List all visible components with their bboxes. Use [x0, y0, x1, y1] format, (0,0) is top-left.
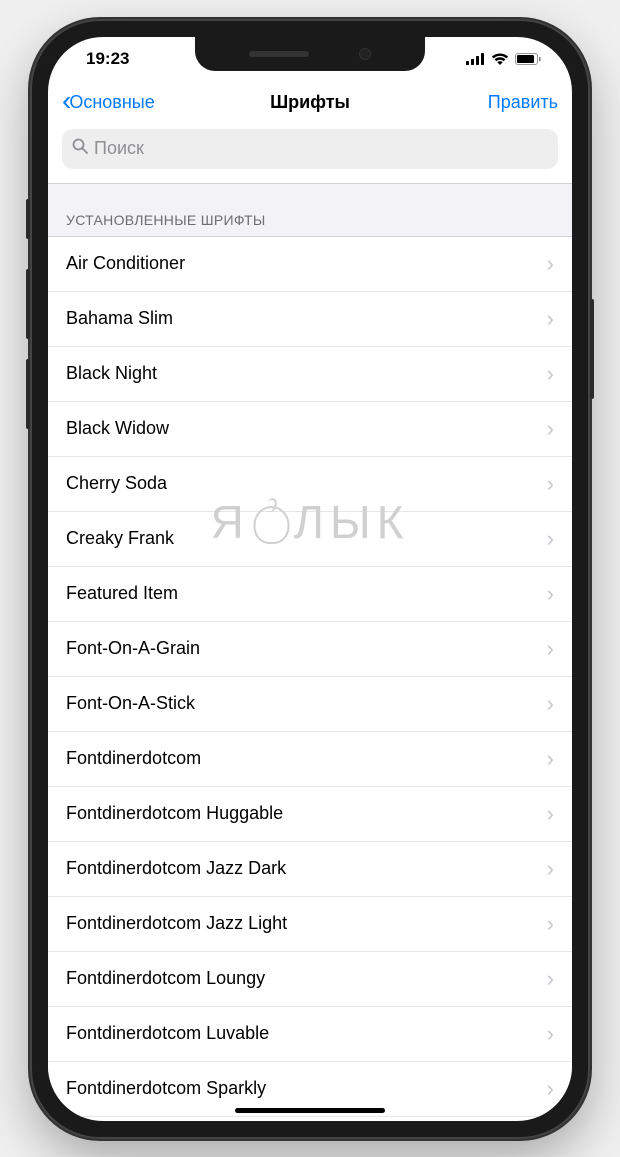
cellular-signal-icon [466, 53, 485, 65]
content-area: УСТАНОВЛЕННЫЕ ШРИФТЫ Air Conditioner›Bah… [48, 125, 572, 1121]
search-input[interactable] [94, 138, 548, 159]
font-name: Fontdinerdotcom Jazz Dark [66, 858, 547, 879]
page-title: Шрифты [270, 92, 350, 113]
font-name: Creaky Frank [66, 528, 547, 549]
font-row[interactable]: Cherry Soda› [48, 457, 572, 512]
chevron-right-icon: › [547, 746, 554, 772]
font-name: Air Conditioner [66, 253, 547, 274]
font-row[interactable]: Creaky Frank› [48, 512, 572, 567]
navigation-bar: ‹ Основные Шрифты Править [48, 81, 572, 125]
chevron-right-icon: › [547, 416, 554, 442]
chevron-right-icon: › [547, 471, 554, 497]
font-row[interactable]: Black Night› [48, 347, 572, 402]
font-row[interactable]: Fontdinerdotcom Jazz Light› [48, 897, 572, 952]
chevron-right-icon: › [547, 636, 554, 662]
font-name: Fontdinerdotcom Loungy [66, 968, 547, 989]
front-camera [359, 48, 371, 60]
font-name: Featured Item [66, 583, 547, 604]
chevron-right-icon: › [547, 361, 554, 387]
wifi-icon [491, 53, 509, 65]
chevron-right-icon: › [547, 801, 554, 827]
font-row[interactable]: Fontdinerdotcom› [48, 732, 572, 787]
section-header: УСТАНОВЛЕННЫЕ ШРИФТЫ [48, 184, 572, 237]
chevron-right-icon: › [547, 966, 554, 992]
font-list[interactable]: Air Conditioner›Bahama Slim›Black Night›… [48, 237, 572, 1117]
chevron-right-icon: › [547, 911, 554, 937]
speaker [249, 51, 309, 57]
font-row[interactable]: Fontdinerdotcom Jazz Dark› [48, 842, 572, 897]
notch [195, 37, 425, 71]
chevron-right-icon: › [547, 691, 554, 717]
font-name: Fontdinerdotcom Luvable [66, 1023, 547, 1044]
font-name: Font-On-A-Grain [66, 638, 547, 659]
search-bar[interactable] [62, 129, 558, 169]
chevron-right-icon: › [547, 306, 554, 332]
edit-button[interactable]: Править [488, 92, 558, 113]
font-name: Fontdinerdotcom [66, 748, 547, 769]
chevron-right-icon: › [547, 251, 554, 277]
chevron-right-icon: › [547, 856, 554, 882]
font-name: Black Night [66, 363, 547, 384]
font-row[interactable]: Fontdinerdotcom Luvable› [48, 1007, 572, 1062]
font-name: Font-On-A-Stick [66, 693, 547, 714]
home-indicator[interactable] [235, 1108, 385, 1113]
font-row[interactable]: Font-On-A-Grain› [48, 622, 572, 677]
chevron-right-icon: › [547, 1021, 554, 1047]
back-button[interactable]: ‹ Основные [62, 89, 155, 115]
power-button [590, 299, 594, 399]
search-container [48, 125, 572, 184]
font-name: Fontdinerdotcom Huggable [66, 803, 547, 824]
screen: 19:23 ‹ Основные Шрифты Править [48, 37, 572, 1121]
font-name: Fontdinerdotcom Sparkly [66, 1078, 547, 1099]
font-row[interactable]: Air Conditioner› [48, 237, 572, 292]
font-name: Fontdinerdotcom Jazz Light [66, 913, 547, 934]
search-icon [72, 138, 88, 159]
battery-icon [515, 53, 542, 65]
mute-switch [26, 199, 30, 239]
chevron-right-icon: › [547, 526, 554, 552]
font-name: Black Widow [66, 418, 547, 439]
font-row[interactable]: Fontdinerdotcom Loungy› [48, 952, 572, 1007]
font-row[interactable]: Font-On-A-Stick› [48, 677, 572, 732]
status-time: 19:23 [86, 49, 129, 69]
font-row[interactable]: Black Widow› [48, 402, 572, 457]
font-name: Cherry Soda [66, 473, 547, 494]
phone-frame: 19:23 ‹ Основные Шрифты Править [30, 19, 590, 1139]
chevron-right-icon: › [547, 581, 554, 607]
volume-up-button [26, 269, 30, 339]
font-row[interactable]: Bahama Slim› [48, 292, 572, 347]
back-label: Основные [69, 92, 154, 113]
volume-down-button [26, 359, 30, 429]
font-row[interactable]: Fontdinerdotcom Huggable› [48, 787, 572, 842]
font-row[interactable]: Featured Item› [48, 567, 572, 622]
chevron-right-icon: › [547, 1076, 554, 1102]
font-name: Bahama Slim [66, 308, 547, 329]
